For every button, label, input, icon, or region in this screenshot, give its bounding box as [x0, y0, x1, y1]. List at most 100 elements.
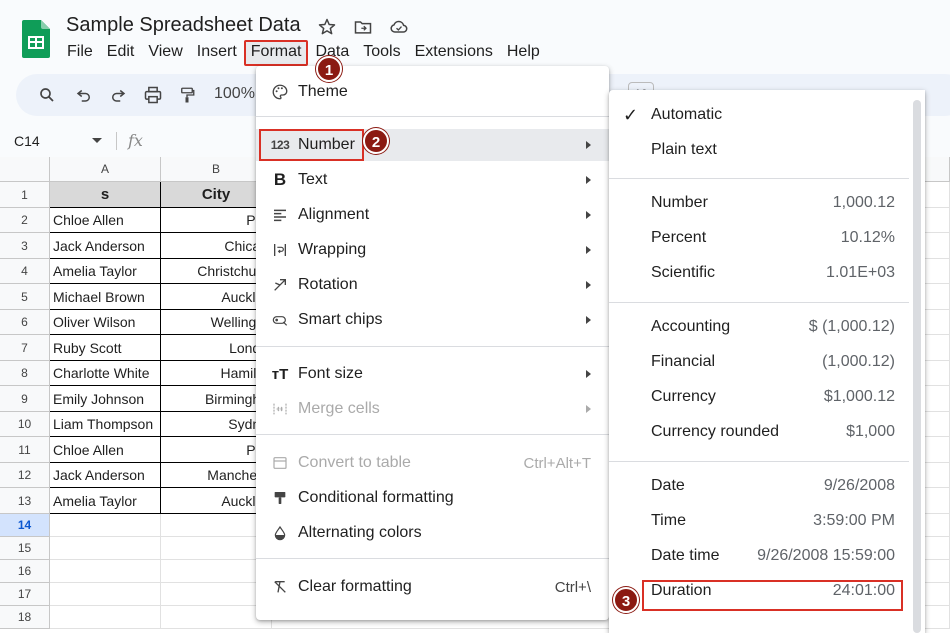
row-header-9[interactable]: 9	[0, 386, 50, 412]
menu-extensions[interactable]: Extensions	[408, 40, 500, 66]
document-title[interactable]: Sample Spreadsheet Data	[66, 14, 301, 37]
menu-item-wrapping[interactable]: Wrapping	[256, 234, 609, 266]
menu-item-label: Font size	[298, 365, 363, 382]
format-currency[interactable]: Currency $1,000.12	[609, 382, 909, 412]
menu-insert[interactable]: Insert	[190, 40, 244, 66]
menu-format[interactable]: Format	[243, 40, 309, 66]
menu-item-smart-chips[interactable]: Smart chips	[256, 304, 609, 336]
format-example: $1,000	[846, 423, 895, 440]
shortcut-label: Ctrl+\	[554, 578, 591, 596]
table-cell[interactable]: Amelia Taylor	[50, 259, 161, 284]
zoom-select[interactable]: 100%	[214, 85, 255, 103]
move-folder-icon[interactable]	[352, 16, 374, 38]
table-cell[interactable]	[50, 560, 161, 583]
row-header-1[interactable]: 1	[0, 182, 50, 208]
menu-view[interactable]: View	[141, 40, 189, 66]
row-header-7[interactable]: 7	[0, 335, 50, 361]
menu-item-merge-cells[interactable]: Merge cells	[256, 393, 609, 425]
format-accounting[interactable]: Accounting $ (1,000.12)	[609, 312, 909, 342]
row-header-5[interactable]: 5	[0, 284, 50, 310]
table-cell[interactable]: Emily Johnson	[50, 386, 161, 412]
cloud-status-icon[interactable]	[388, 16, 410, 38]
table-cell[interactable]: Amelia Taylor	[50, 488, 161, 514]
format-date[interactable]: Date 9/26/2008	[609, 471, 909, 501]
row-header-2[interactable]: 2	[0, 208, 50, 233]
format-number[interactable]: Number 1,000.12	[609, 188, 909, 218]
row-header-18[interactable]: 18	[0, 606, 50, 629]
row-header-4[interactable]: 4	[0, 259, 50, 284]
search-menus-icon[interactable]	[36, 84, 58, 106]
print-icon[interactable]	[142, 84, 164, 106]
format-time[interactable]: Time 3:59:00 PM	[609, 506, 909, 536]
name-box-dropdown-icon[interactable]	[92, 138, 102, 143]
table-cell[interactable]: Chloe Allen	[50, 437, 161, 463]
table-cell[interactable]	[50, 514, 161, 537]
format-financial[interactable]: Financial (1,000.12)	[609, 347, 909, 377]
submenu-scrollbar[interactable]	[913, 100, 921, 633]
menu-divider	[256, 346, 609, 347]
format-date-time[interactable]: Date time 9/26/2008 15:59:00	[609, 541, 909, 571]
table-cell[interactable]: Charlotte White	[50, 361, 161, 386]
select-all-corner[interactable]	[0, 157, 50, 182]
menu-item-label: Smart chips	[298, 311, 383, 328]
menu-help[interactable]: Help	[500, 40, 547, 66]
table-cell[interactable]	[50, 606, 161, 629]
table-cell[interactable]: Michael Brown	[50, 284, 161, 310]
star-icon[interactable]	[316, 16, 338, 38]
format-percent[interactable]: Percent 10.12%	[609, 223, 909, 253]
header-cell[interactable]: s	[50, 182, 161, 208]
row-header-16[interactable]: 16	[0, 560, 50, 583]
table-cell[interactable]	[50, 537, 161, 560]
menu-item-rotation[interactable]: Rotation	[256, 269, 609, 301]
table-cell[interactable]: Ruby Scott	[50, 335, 161, 361]
format-currency-rounded[interactable]: Currency rounded $1,000	[609, 417, 909, 447]
row-header-11[interactable]: 11	[0, 437, 50, 463]
row-header-14[interactable]: 14	[0, 514, 50, 537]
menu-item-alternating-colors[interactable]: Alternating colors	[256, 517, 609, 549]
column-header-a[interactable]: A	[50, 157, 161, 182]
check-icon: ✓	[623, 104, 639, 125]
format-scientific[interactable]: Scientific 1.01E+03	[609, 258, 909, 288]
row-header-13[interactable]: 13	[0, 488, 50, 514]
menu-item-conditional-formatting[interactable]: Conditional formatting	[256, 482, 609, 514]
menu-file[interactable]: File	[60, 40, 100, 66]
table-cell[interactable]	[50, 583, 161, 606]
row-header-17[interactable]: 17	[0, 583, 50, 606]
clear-format-icon	[270, 577, 290, 597]
paint-format-icon[interactable]	[176, 84, 198, 106]
format-label: Percent	[651, 229, 707, 246]
table-cell[interactable]: Chloe Allen	[50, 208, 161, 233]
menu-item-label: Merge cells	[298, 400, 380, 417]
table-cell[interactable]: Liam Thompson	[50, 412, 161, 437]
menu-divider	[256, 558, 609, 559]
submenu-arrow-icon	[586, 316, 591, 324]
format-label: Currency	[651, 388, 716, 405]
menu-tools[interactable]: Tools	[356, 40, 407, 66]
format-example: $1,000.12	[823, 388, 895, 405]
row-header-8[interactable]: 8	[0, 361, 50, 386]
format-label: Date time	[651, 547, 720, 564]
menu-item-theme[interactable]: Theme	[256, 76, 609, 108]
format-automatic[interactable]: ✓ Automatic	[609, 100, 909, 130]
menu-item-clear-formatting[interactable]: Clear formatting Ctrl+\	[256, 571, 609, 603]
format-plain-text[interactable]: Plain text	[609, 135, 909, 165]
smart-chip-icon	[270, 310, 290, 330]
redo-icon[interactable]	[107, 84, 129, 106]
row-header-15[interactable]: 15	[0, 537, 50, 560]
menu-item-font-size[interactable]: тT Font size	[256, 358, 609, 390]
row-header-6[interactable]: 6	[0, 310, 50, 335]
menu-item-text[interactable]: B Text	[256, 164, 609, 196]
menu-edit[interactable]: Edit	[100, 40, 142, 66]
undo-icon[interactable]	[73, 84, 95, 106]
menu-item-convert-to-table[interactable]: Convert to table Ctrl+Alt+T	[256, 447, 609, 479]
table-cell[interactable]: Jack Anderson	[50, 463, 161, 488]
table-cell[interactable]: Jack Anderson	[50, 233, 161, 259]
name-box[interactable]: C14	[14, 133, 40, 149]
format-label: Plain text	[651, 141, 717, 158]
sheets-logo-icon[interactable]	[22, 20, 50, 58]
row-header-10[interactable]: 10	[0, 412, 50, 437]
row-header-3[interactable]: 3	[0, 233, 50, 259]
menu-item-alignment[interactable]: Alignment	[256, 199, 609, 231]
table-cell[interactable]: Oliver Wilson	[50, 310, 161, 335]
row-header-12[interactable]: 12	[0, 463, 50, 488]
